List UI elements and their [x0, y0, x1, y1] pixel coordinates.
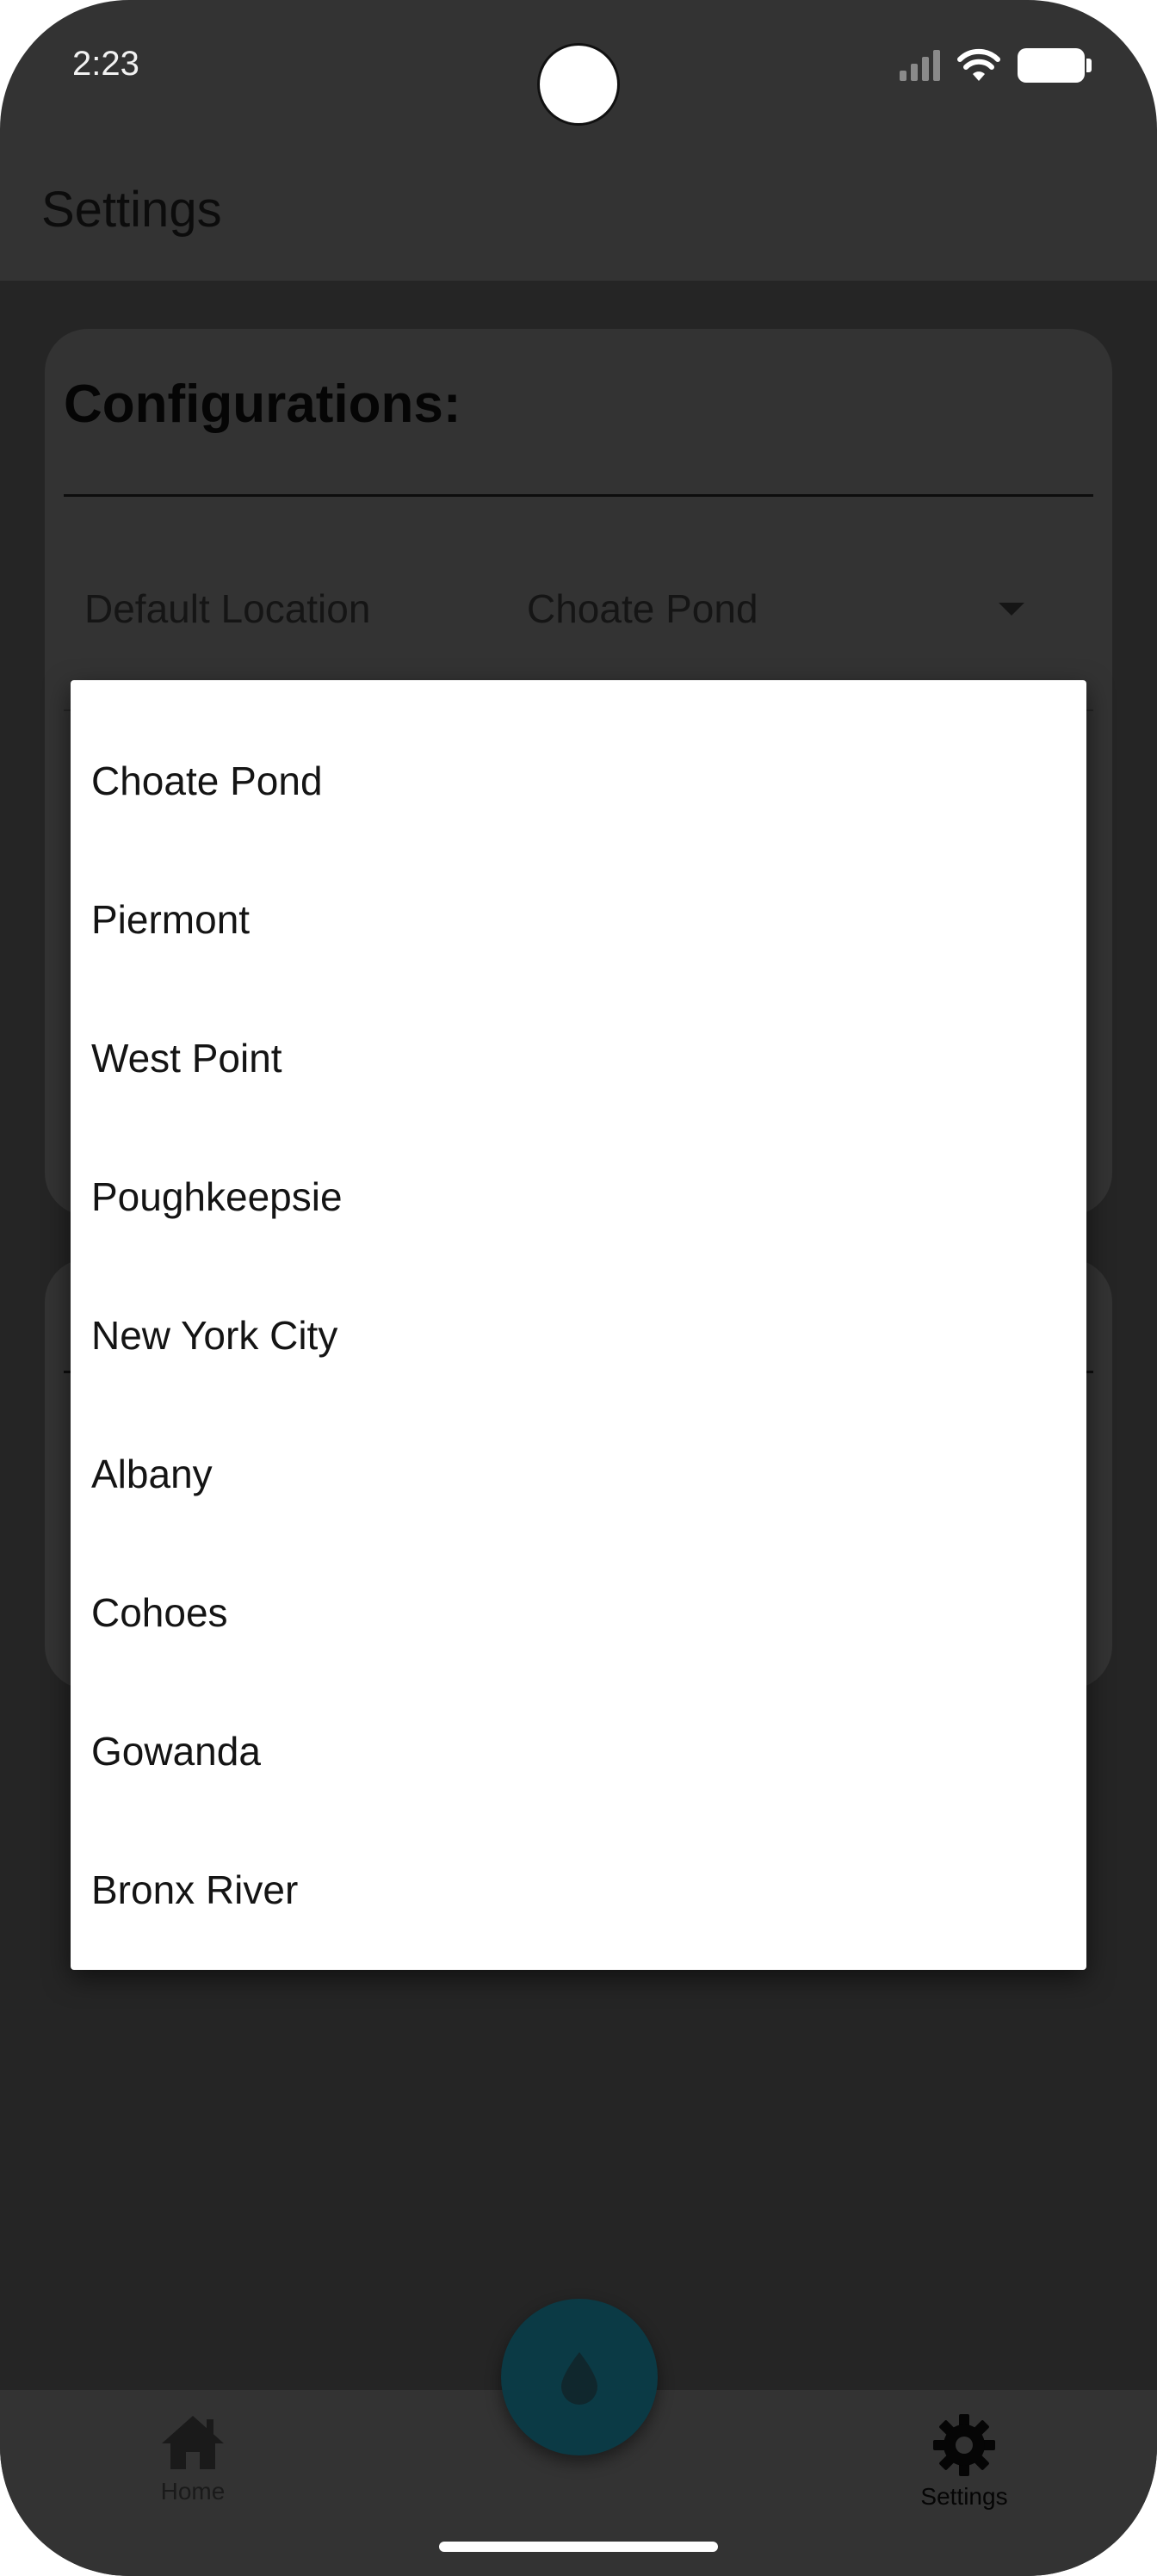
dropdown-option[interactable]: Piermont — [71, 850, 1086, 988]
battery-icon — [1018, 48, 1092, 83]
default-location-label: Default Location — [84, 586, 371, 631]
status-icons — [900, 48, 1092, 83]
camera-cutout — [537, 43, 620, 126]
gear-icon — [933, 2414, 995, 2476]
status-time: 2:23 — [72, 45, 139, 83]
dropdown-option[interactable]: West Point — [71, 988, 1086, 1127]
dropdown-option[interactable]: Bronx River — [71, 1820, 1086, 1959]
nav-home[interactable]: Home — [98, 2412, 288, 2505]
dropdown-option[interactable]: Choate Pond — [71, 711, 1086, 850]
nav-home-label: Home — [160, 2478, 226, 2505]
page-title: Settings — [41, 182, 222, 238]
dropdown-option[interactable]: New York City — [71, 1266, 1086, 1404]
default-location-select[interactable]: Choate Pond — [527, 585, 758, 632]
wifi-icon — [957, 48, 1000, 81]
nav-settings[interactable]: Settings — [869, 2412, 1059, 2511]
signal-icon — [900, 50, 940, 81]
status-bar: 2:23 — [0, 0, 1157, 138]
water-fab-button[interactable] — [501, 2299, 658, 2455]
configurations-title: Configurations: — [64, 375, 461, 434]
nav-settings-label: Settings — [920, 2483, 1008, 2510]
location-dropdown-menu: Choate Pond Piermont West Point Poughkee… — [71, 680, 1086, 1970]
phone-screen: 2:23 Settings Configurations: Default Lo… — [0, 0, 1157, 2576]
dropdown-option[interactable]: Albany — [71, 1404, 1086, 1543]
water-drop-icon — [561, 2352, 597, 2405]
chevron-down-icon[interactable] — [999, 603, 1024, 616]
divider — [64, 494, 1093, 497]
home-indicator[interactable] — [439, 2542, 718, 2552]
dropdown-option[interactable]: Cohoes — [71, 1543, 1086, 1681]
dropdown-option[interactable]: Poughkeepsie — [71, 1127, 1086, 1266]
dropdown-option[interactable]: Gowanda — [71, 1681, 1086, 1820]
home-icon — [162, 2416, 224, 2469]
app-bar: Settings — [0, 138, 1157, 281]
